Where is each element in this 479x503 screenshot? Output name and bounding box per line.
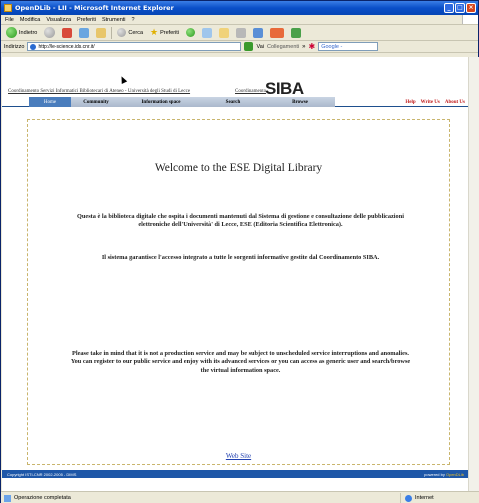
site-navbar: Home Community Information space Search … xyxy=(2,97,468,107)
mail-icon xyxy=(219,27,230,38)
print-button[interactable] xyxy=(234,26,248,39)
messenger-icon xyxy=(270,27,285,38)
home-button[interactable] xyxy=(94,26,108,39)
web-site-link[interactable]: Web Site xyxy=(28,452,449,460)
extension-icon[interactable]: ✱ xyxy=(308,42,315,51)
research-icon xyxy=(291,27,302,38)
research-button[interactable] xyxy=(289,26,303,39)
nav-search[interactable]: Search xyxy=(201,97,265,107)
edit-icon xyxy=(253,27,264,38)
menu-file[interactable]: File xyxy=(5,17,14,23)
search-label: Cerca xyxy=(128,29,144,36)
links-label[interactable]: Collegamenti xyxy=(267,44,299,50)
go-icon[interactable] xyxy=(244,42,254,51)
zone-label: Internet xyxy=(415,495,434,501)
site-header: Coordinamento Servizi Informatici Biblio… xyxy=(2,79,468,98)
done-page-icon xyxy=(4,494,11,502)
nav-community[interactable]: Community xyxy=(71,97,121,107)
menu-preferiti[interactable]: Preferiti xyxy=(77,17,96,23)
footer-copyright: Copyright ISTI-CNR 2002-2005 - DIMS xyxy=(7,471,77,477)
welcome-heading: Welcome to the ESE Digital Library xyxy=(154,162,323,174)
stop-button[interactable] xyxy=(60,26,74,39)
toolbar: Indietro Cerca ★ Preferiti xyxy=(1,25,478,41)
page-icon xyxy=(30,43,37,50)
refresh-button[interactable] xyxy=(77,26,91,39)
ie-app-icon xyxy=(4,4,12,12)
menu-strumenti[interactable]: Strumenti xyxy=(102,17,126,23)
search-icon xyxy=(117,28,127,37)
footer-powered-text: powered by xyxy=(424,471,445,477)
toolbar-separator xyxy=(111,26,113,39)
forward-arrow-icon xyxy=(44,27,56,38)
google-toolbar-search[interactable]: Google - xyxy=(318,42,379,51)
nav-home[interactable]: Home xyxy=(29,97,71,107)
windows-flag-icon xyxy=(462,15,478,24)
browser-window: OpenDLib - LII - Microsoft Internet Expl… xyxy=(0,0,479,503)
back-label: Indietro xyxy=(19,29,38,36)
web-content: Coordinamento Servizi Informatici Biblio… xyxy=(2,57,468,491)
address-bar: Indirizzo http://le-science.ids.cnr.it/ … xyxy=(1,41,478,53)
favorites-button[interactable]: ★ Preferiti xyxy=(148,26,181,39)
siba-logo: SIBA xyxy=(265,79,304,98)
footer-opendlib-link[interactable]: OpenDLib xyxy=(446,472,464,477)
security-zone: Internet xyxy=(400,492,479,503)
menu-help[interactable]: ? xyxy=(132,17,135,23)
address-label: Indirizzo xyxy=(4,43,25,50)
window-title: OpenDLib - LII - Microsoft Internet Expl… xyxy=(15,4,174,12)
url-text: http://le-science.ids.cnr.it/ xyxy=(38,43,95,50)
stop-icon xyxy=(62,27,73,38)
coordinamento-link[interactable]: Coordinamento Servizi Informatici Biblio… xyxy=(8,89,190,94)
minimize-button[interactable]: _ xyxy=(444,3,454,13)
vertical-scrollbar[interactable] xyxy=(468,57,479,491)
history-button[interactable] xyxy=(200,26,214,39)
history-icon xyxy=(202,27,213,38)
intro-paragraph-italian: Questa è la biblioteca digitale che ospi… xyxy=(77,213,404,229)
messenger-button[interactable] xyxy=(268,26,286,39)
home-icon xyxy=(96,27,107,38)
nav-information-space[interactable]: Information space xyxy=(121,97,201,107)
notice-paragraph-english: Please take in mind that it is not a pro… xyxy=(70,350,411,374)
favorites-label: Preferiti xyxy=(160,29,180,36)
status-bar: Operazione completata Internet xyxy=(1,491,479,503)
status-text: Operazione completata xyxy=(14,495,71,501)
star-icon: ★ xyxy=(150,27,159,37)
access-paragraph-italian: Il sistema garantisce l'accesso integrat… xyxy=(101,254,380,261)
nav-about-us[interactable]: About Us xyxy=(445,100,465,105)
site-footer: Copyright ISTI-CNR 2002-2005 - DIMS powe… xyxy=(2,470,468,478)
close-button[interactable]: × xyxy=(466,3,476,13)
forward-button[interactable] xyxy=(42,26,57,39)
welcome-panel: Welcome to the ESE Digital Library Quest… xyxy=(27,119,450,465)
menu-bar: File Modifica Visualizza Preferiti Strum… xyxy=(1,15,478,25)
siba-coordinamento-text[interactable]: Coordinamento xyxy=(235,89,266,94)
print-icon xyxy=(236,27,247,38)
menu-visualizza[interactable]: Visualizza xyxy=(46,17,71,23)
media-button[interactable] xyxy=(184,26,197,39)
edit-button[interactable] xyxy=(251,26,265,39)
refresh-icon xyxy=(79,27,90,38)
media-icon xyxy=(186,28,196,37)
menu-modifica[interactable]: Modifica xyxy=(20,17,40,23)
mail-button[interactable] xyxy=(217,26,231,39)
maximize-button[interactable]: □ xyxy=(455,3,465,13)
google-label: Google - xyxy=(321,43,343,50)
back-button[interactable]: Indietro xyxy=(4,26,39,39)
footer-powered-by: powered by OpenDLib xyxy=(424,472,464,477)
title-bar: OpenDLib - LII - Microsoft Internet Expl… xyxy=(1,1,478,15)
chevron-right-icon[interactable]: » xyxy=(302,44,305,50)
go-label[interactable]: Vai xyxy=(256,44,264,50)
back-arrow-icon xyxy=(6,27,17,38)
nav-help[interactable]: Help xyxy=(405,100,415,105)
search-button[interactable]: Cerca xyxy=(115,26,145,39)
url-input[interactable]: http://le-science.ids.cnr.it/ xyxy=(27,42,242,51)
nav-browse[interactable]: Browse xyxy=(265,97,335,107)
globe-icon xyxy=(405,494,412,502)
nav-write-us[interactable]: Write Us xyxy=(421,100,440,105)
